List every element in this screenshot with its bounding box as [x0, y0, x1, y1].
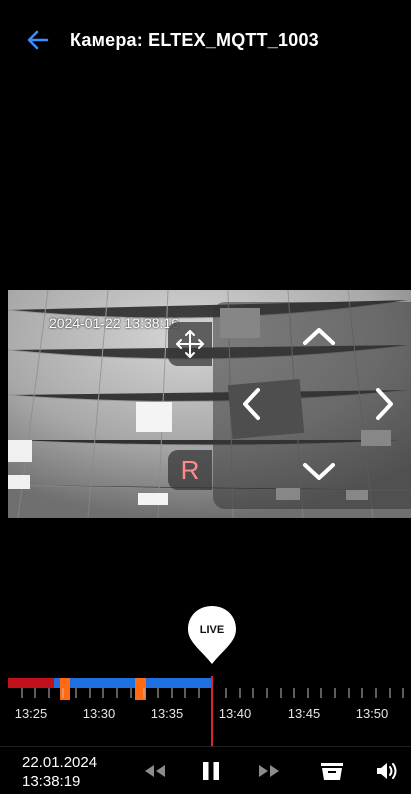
ptz-up-button[interactable]: [299, 316, 339, 356]
arrow-left-icon: [27, 30, 49, 50]
page-title: Камера: ELTEX_MQTT_1003: [70, 30, 319, 50]
tick-label: 13:25: [14, 706, 48, 721]
pause-icon: [203, 762, 219, 780]
pause-button[interactable]: [196, 757, 226, 785]
move-arrows-icon: [176, 330, 204, 358]
ptz-move-toggle[interactable]: [168, 322, 212, 366]
gap-segment: [8, 678, 54, 688]
camera-video-view[interactable]: 2024-01-22 13:38:16 R: [8, 290, 411, 518]
ptz-down-button[interactable]: [299, 452, 339, 492]
archive-button[interactable]: [317, 757, 347, 785]
fast-forward-icon: [259, 765, 279, 777]
chevron-right-icon: [376, 388, 393, 420]
osd-timestamp: 2024-01-22 13:38:16: [49, 315, 179, 331]
current-time: 13:38:19: [22, 773, 81, 790]
current-datetime[interactable]: 22.01.2024 13:38:19: [22, 753, 97, 791]
ptz-left-button[interactable]: [231, 384, 271, 424]
live-label: LIVE: [199, 624, 225, 636]
tick-label: 13:50: [355, 706, 389, 721]
rewind-button[interactable]: [140, 757, 170, 785]
tick-label: 13:35: [150, 706, 184, 721]
rewind-icon: [145, 765, 165, 777]
ptz-right-button[interactable]: [365, 384, 405, 424]
chevron-left-icon: [243, 388, 260, 420]
tick-label: 13:40: [218, 706, 252, 721]
volume-button[interactable]: [372, 757, 402, 785]
ptz-record-toggle[interactable]: R: [168, 450, 212, 490]
timeline-playhead[interactable]: [211, 676, 213, 746]
timeline-ticks: [21, 688, 404, 698]
live-marker[interactable]: LIVE: [186, 604, 238, 666]
volume-icon: [377, 763, 397, 779]
playback-controls: 22.01.2024 13:38:19: [0, 746, 411, 794]
ptz-control-panel: [213, 302, 411, 509]
tick-label: 13:30: [82, 706, 116, 721]
app-bar: Камера: ELTEX_MQTT_1003: [0, 0, 411, 80]
current-date: 22.01.2024: [22, 754, 98, 771]
fast-forward-button[interactable]: [254, 757, 284, 785]
chevron-down-icon: [303, 463, 335, 480]
archive-segment: [54, 678, 212, 688]
tick-label: 13:45: [287, 706, 321, 721]
archive-icon: [321, 763, 343, 780]
chevron-up-icon: [303, 328, 335, 345]
archive-timeline[interactable]: 13:25 13:30 13:35 13:40 13:45 13:50: [8, 676, 411, 746]
back-button[interactable]: [22, 24, 54, 56]
